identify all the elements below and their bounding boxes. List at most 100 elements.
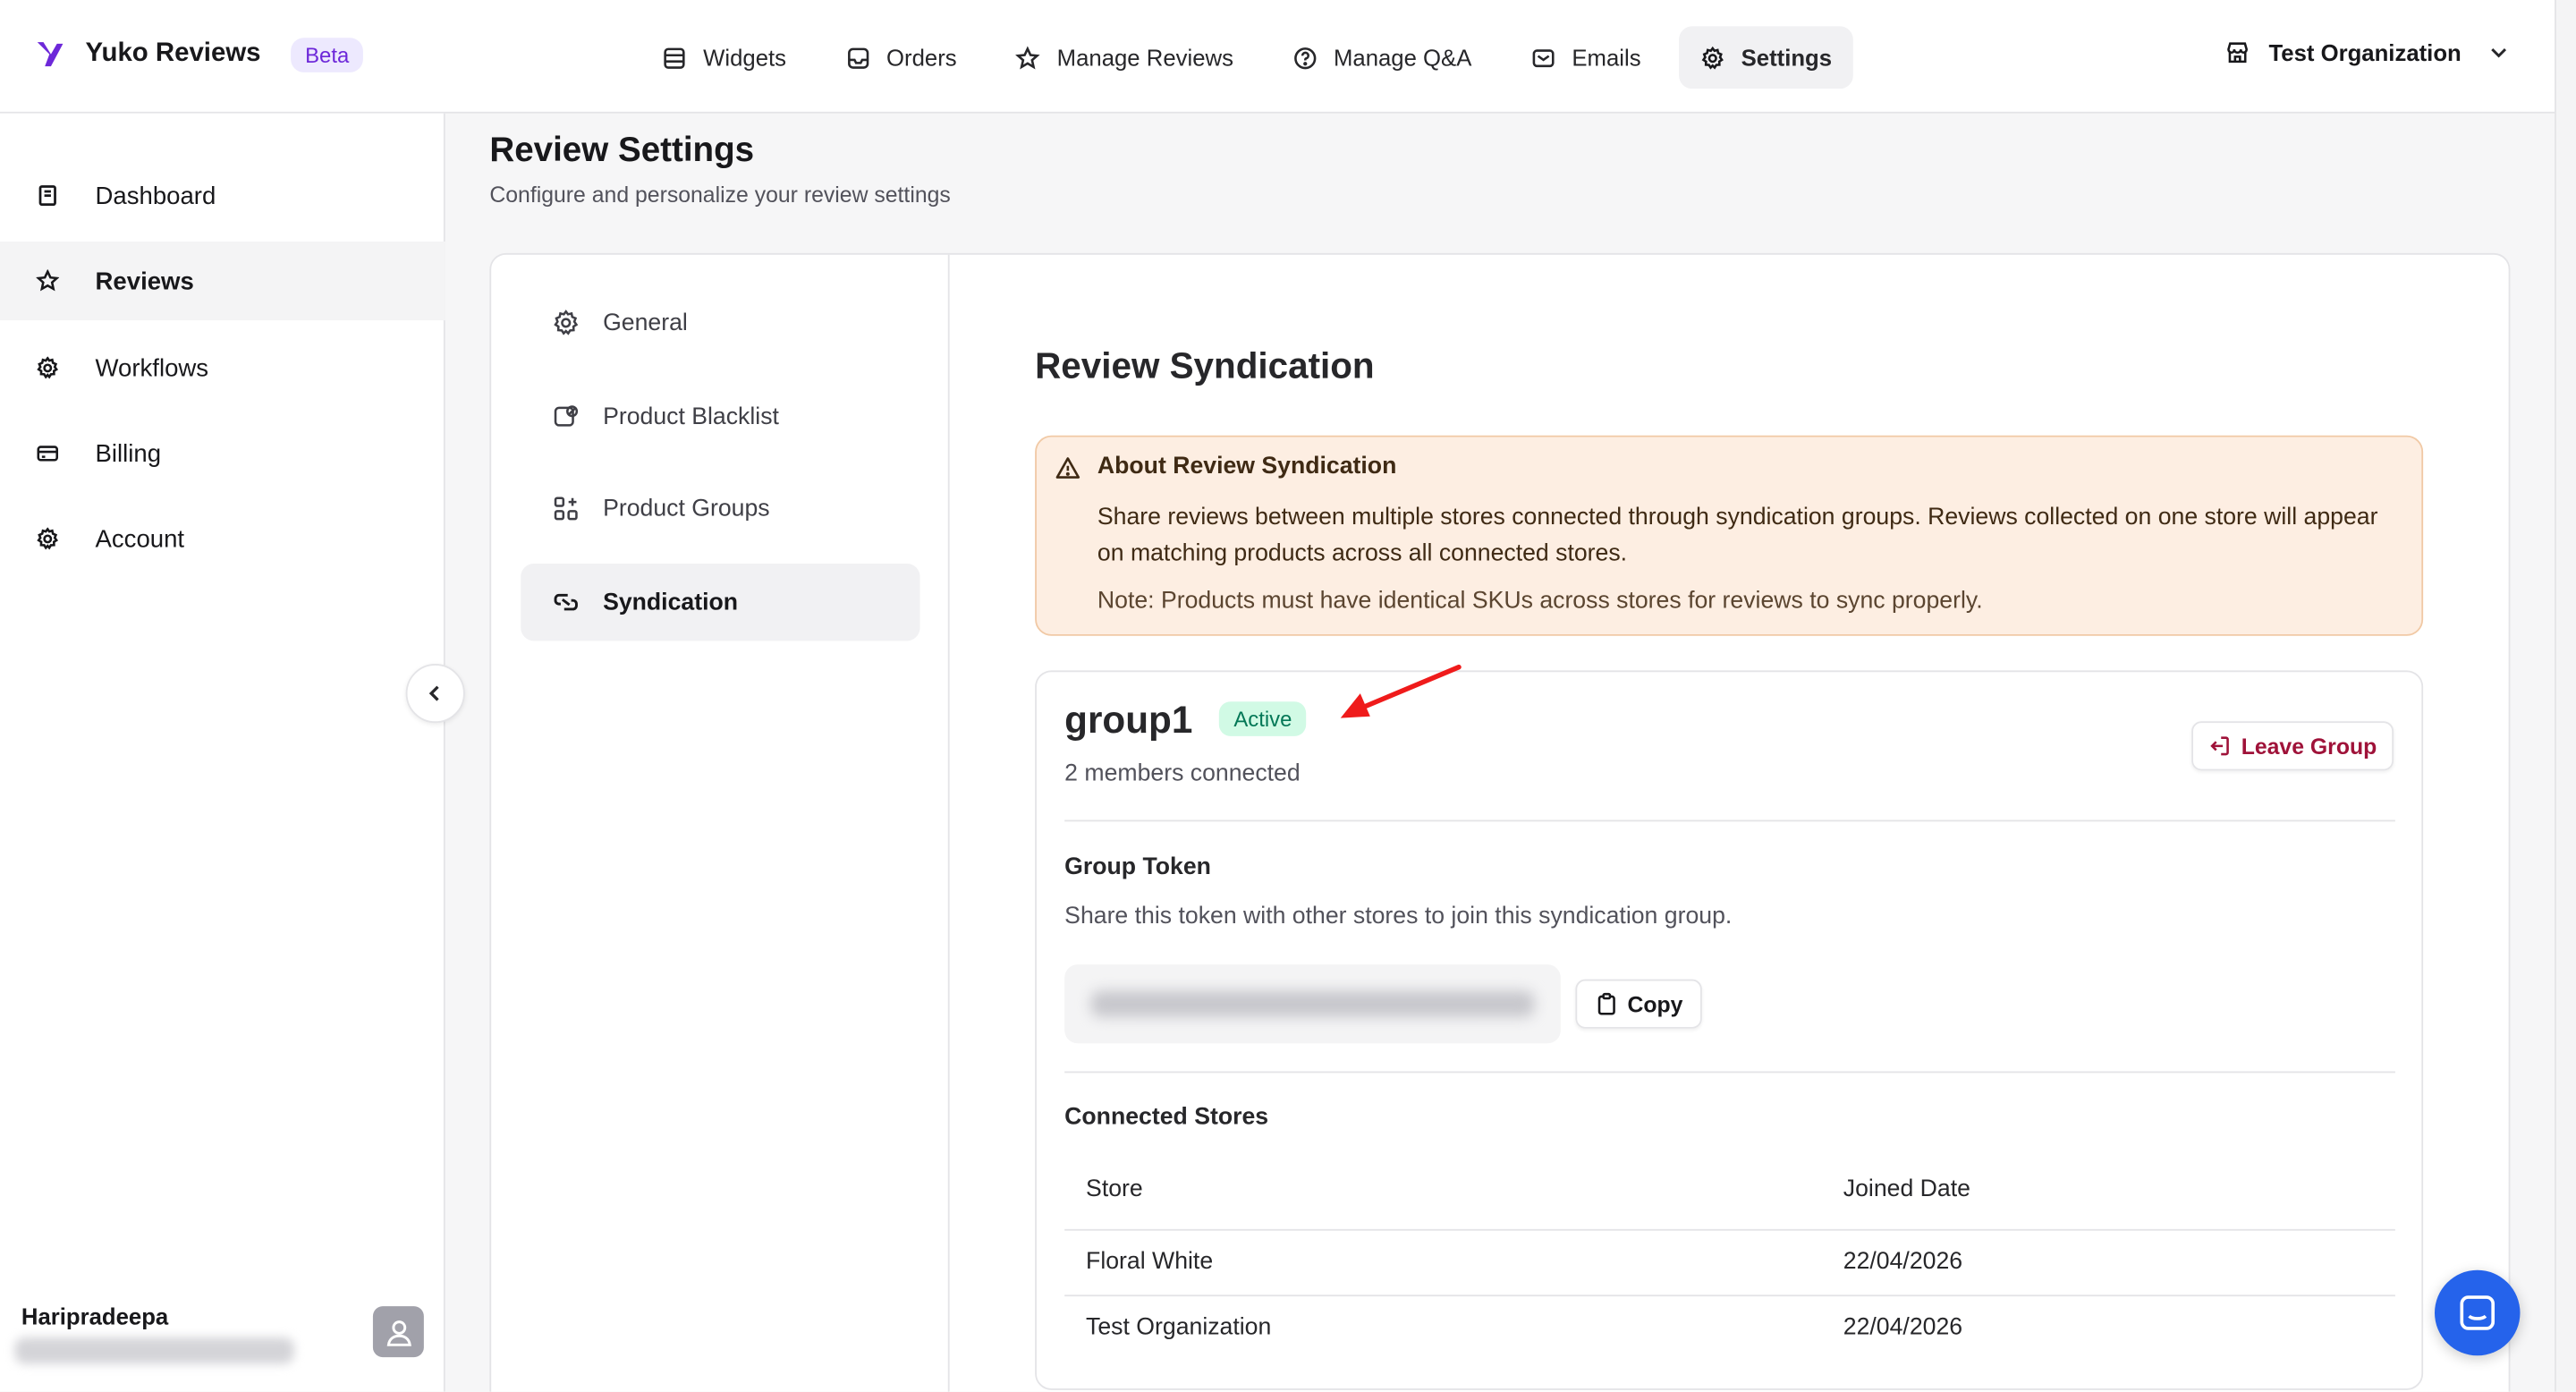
column-header-store: Store: [1086, 1176, 1143, 1203]
subnav-product-blacklist[interactable]: Product Blacklist: [521, 378, 919, 454]
inbox-icon: [847, 47, 869, 68]
page-title: Review Settings: [489, 131, 755, 170]
sidebar-item-label: Dashboard: [95, 181, 216, 210]
table-cell-store: Test Organization: [1086, 1314, 1272, 1341]
nav-orders-label: Orders: [886, 44, 957, 71]
organization-name: Test Organization: [2268, 39, 2462, 66]
nav-orders[interactable]: Orders: [824, 26, 978, 89]
sidebar-item-account[interactable]: Account: [0, 499, 445, 578]
group-name: group1: [1064, 698, 1193, 742]
gear-icon: [37, 356, 59, 379]
app-root: Yuko Reviews Beta Widgets Orders Manage …: [0, 0, 2576, 1392]
syndication-info-alert: About Review Syndication Share reviews b…: [1035, 435, 2424, 636]
nav-emails-label: Emails: [1572, 44, 1641, 71]
sidebar-item-billing[interactable]: Billing: [0, 414, 445, 493]
user-email-redacted: [14, 1337, 294, 1364]
copy-token-button[interactable]: Copy: [1575, 979, 1702, 1029]
sidebar-item-dashboard[interactable]: Dashboard: [0, 156, 445, 234]
link-squares-icon: [554, 593, 578, 611]
table-divider: [1064, 1294, 2395, 1297]
token-value-redacted: [1090, 990, 1535, 1017]
syndication-group-card: group1 Active 2 members connected Leave …: [1035, 670, 2424, 1390]
nav-manage-reviews[interactable]: Manage Reviews: [995, 26, 1255, 89]
user-name: Haripradeepa: [21, 1303, 169, 1329]
alert-note: Note: Products must have identical SKUs …: [1097, 588, 1983, 615]
column-header-joined-date: Joined Date: [1843, 1176, 1970, 1203]
nav-settings-label: Settings: [1741, 44, 1833, 71]
members-count: 2 members connected: [1064, 760, 1301, 787]
section-title: Review Syndication: [1035, 344, 1375, 386]
nav-manage-reviews-label: Manage Reviews: [1056, 44, 1233, 71]
user-icon: [386, 1320, 411, 1345]
main-nav: Widgets Orders Manage Reviews Manage Q&A…: [640, 26, 1853, 89]
book-icon: [38, 185, 56, 207]
subnav-syndication[interactable]: Syndication: [521, 563, 920, 641]
nav-widgets[interactable]: Widgets: [640, 26, 808, 89]
nav-settings[interactable]: Settings: [1678, 26, 1853, 89]
table-divider: [1064, 1228, 2395, 1231]
subnav-product-groups[interactable]: Product Groups: [521, 470, 919, 547]
brand[interactable]: Yuko Reviews Beta: [33, 36, 364, 72]
leave-group-button[interactable]: Leave Group: [2191, 721, 2394, 771]
question-icon: [1293, 47, 1316, 69]
status-badge: Active: [1218, 701, 1307, 736]
subnav-label: Syndication: [603, 589, 739, 615]
sidebar-item-label: Workflows: [95, 353, 209, 383]
group-token-help: Share this token with other stores to jo…: [1064, 904, 1733, 930]
sidebar-item-workflows[interactable]: Workflows: [0, 328, 445, 407]
alert-title: About Review Syndication: [1097, 453, 1397, 480]
group-token-label: Group Token: [1064, 854, 1211, 881]
nav-manage-qa-label: Manage Q&A: [1333, 44, 1472, 71]
clipboard-icon: [1597, 992, 1615, 1015]
subnav-label: Product Blacklist: [603, 403, 779, 430]
avatar[interactable]: [372, 1306, 424, 1358]
settings-card: General Product Blacklist Product Groups…: [489, 252, 2511, 1392]
credit-card-icon: [37, 446, 59, 462]
connected-stores-label: Connected Stores: [1064, 1104, 1269, 1131]
divider: [1064, 819, 2395, 822]
alert-body: Share reviews between multiple stores co…: [1097, 504, 2378, 567]
beta-badge: Beta: [290, 37, 364, 72]
warning-icon: [1055, 457, 1080, 479]
page-scrollbar[interactable]: [2555, 0, 2576, 1392]
sidebar-item-reviews[interactable]: Reviews: [0, 241, 445, 321]
app-name: Yuko Reviews: [85, 39, 261, 68]
settings-subnav: General Product Blacklist Product Groups…: [491, 254, 950, 1392]
annotation-arrow: [1340, 664, 1462, 718]
sidebar-item-label: Billing: [95, 439, 162, 468]
gear-icon: [37, 527, 59, 550]
subnav-general[interactable]: General: [521, 284, 919, 361]
subnav-label: Product Groups: [603, 495, 770, 522]
star-icon: [36, 269, 60, 292]
star-icon: [1015, 45, 1041, 69]
copy-label: Copy: [1627, 991, 1683, 1016]
group-token-field[interactable]: [1064, 964, 1561, 1044]
sidebar: Dashboard Reviews Workflows Billing Acco…: [0, 113, 445, 1392]
table-cell-store: Floral White: [1086, 1248, 1214, 1276]
chat-icon: [2460, 1295, 2496, 1330]
chevron-left-icon: [428, 685, 439, 701]
yuko-logo-icon: [37, 42, 64, 67]
leave-group-label: Leave Group: [2241, 734, 2377, 759]
widgets-icon: [664, 47, 685, 68]
collapse-sidebar-button[interactable]: [405, 664, 465, 724]
nav-manage-qa[interactable]: Manage Q&A: [1271, 26, 1493, 89]
table-cell-joined-date: 22/04/2026: [1843, 1314, 1963, 1341]
top-navbar: Yuko Reviews Beta Widgets Orders Manage …: [0, 0, 2555, 114]
divider: [1064, 1071, 2395, 1074]
grid-plus-icon: [554, 497, 578, 521]
table-cell-joined-date: 22/04/2026: [1843, 1248, 1963, 1276]
page-subtitle: Configure and personalize your review se…: [489, 182, 951, 208]
organization-switcher[interactable]: Test Organization: [2224, 39, 2512, 65]
mail-icon: [1532, 48, 1555, 67]
nav-emails[interactable]: Emails: [1510, 26, 1663, 89]
sidebar-item-label: Reviews: [95, 267, 194, 295]
chevron-down-icon: [2491, 48, 2507, 58]
logout-icon: [2210, 736, 2230, 756]
gear-icon: [1701, 45, 1724, 69]
nav-widgets-label: Widgets: [703, 44, 787, 71]
blocked-product-icon: [554, 405, 579, 427]
gear-icon: [554, 310, 579, 335]
chat-launcher-button[interactable]: [2434, 1269, 2521, 1356]
sidebar-item-label: Account: [95, 524, 185, 554]
